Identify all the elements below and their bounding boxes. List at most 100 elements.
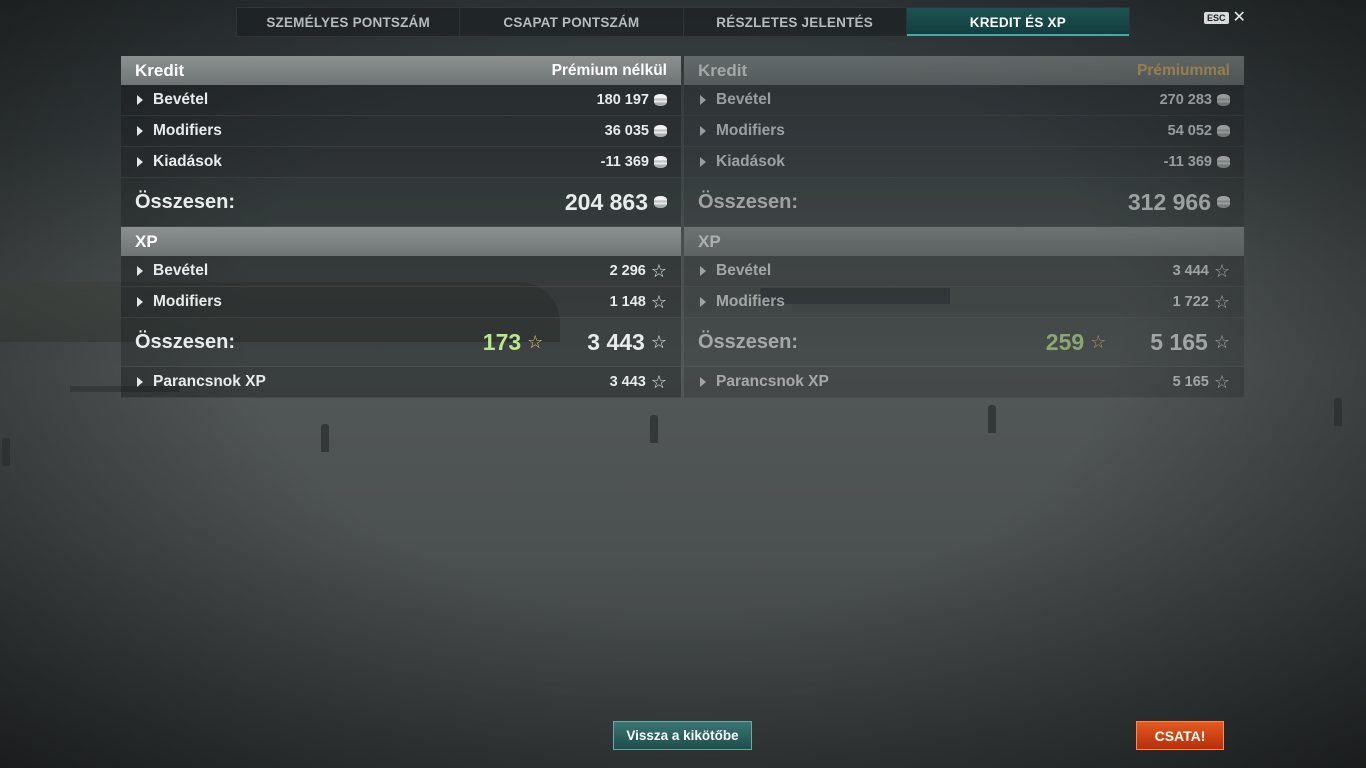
background-buoy	[2, 438, 10, 466]
total-value: 312 966	[1127, 188, 1211, 215]
row-value: 1 722	[1172, 294, 1209, 310]
row-label: Bevétel	[153, 262, 209, 279]
xp-header: XP	[684, 227, 1244, 256]
total-value: 204 863	[564, 188, 648, 215]
bonus-xp-value: 173	[482, 328, 522, 355]
row-label: Parancsnok XP	[153, 373, 266, 390]
expand-arrow-icon	[137, 157, 143, 167]
background-buoy	[650, 415, 658, 443]
credit-header: Kredit Prémiummal	[684, 56, 1244, 85]
tab-team-score[interactable]: CSAPAT PONTSZÁM	[460, 8, 684, 36]
credit-header-title: Kredit	[135, 60, 185, 80]
star-icon: ☆	[650, 372, 667, 392]
panel-with-premium: Kredit Prémiummal Bevétel 270 283 Modifi…	[684, 56, 1244, 398]
row-label: Modifiers	[153, 122, 222, 139]
row-value: 5 165	[1172, 374, 1209, 390]
expand-arrow-icon	[137, 126, 143, 136]
star-icon: ☆	[1090, 332, 1107, 352]
commander-xp-row[interactable]: Parancsnok XP 3 443 ☆	[121, 367, 681, 398]
xp-total-row: Összesen: 173 ☆ 3 443 ☆	[121, 318, 681, 367]
xp-row-income[interactable]: Bevétel 2 296 ☆	[121, 256, 681, 287]
star-icon: ☆	[1213, 372, 1230, 392]
xp-total-row: Összesen: 259 ☆ 5 165 ☆	[684, 318, 1244, 367]
star-icon: ☆	[650, 261, 667, 281]
commander-xp-row[interactable]: Parancsnok XP 5 165 ☆	[684, 367, 1244, 398]
row-value: 1 148	[609, 294, 646, 310]
row-value: 2 296	[609, 263, 646, 279]
xp-row-modifiers[interactable]: Modifiers 1 148 ☆	[121, 287, 681, 318]
xp-row-modifiers[interactable]: Modifiers 1 722 ☆	[684, 287, 1244, 318]
credit-row-income[interactable]: Bevétel 270 283	[684, 85, 1244, 116]
credit-row-modifiers[interactable]: Modifiers 54 052	[684, 116, 1244, 147]
credit-coin-icon	[654, 196, 667, 208]
expand-arrow-icon	[137, 266, 143, 276]
expand-arrow-icon	[700, 157, 706, 167]
row-value: 3 444	[1172, 263, 1209, 279]
credit-coin-icon	[1217, 156, 1230, 168]
credit-header-title: Kredit	[698, 60, 748, 80]
tab-credit-and-xp[interactable]: KREDIT ÉS XP	[906, 8, 1129, 36]
row-value: 3 443	[609, 374, 646, 390]
expand-arrow-icon	[137, 297, 143, 307]
tab-detailed-report[interactable]: RÉSZLETES JELENTÉS	[684, 8, 907, 36]
row-label: Kiadások	[716, 153, 785, 170]
xp-row-income[interactable]: Bevétel 3 444 ☆	[684, 256, 1244, 287]
row-label: Bevétel	[716, 91, 772, 108]
row-value: 180 197	[596, 92, 649, 108]
star-icon: ☆	[527, 332, 544, 352]
row-label: Modifiers	[716, 122, 785, 139]
expand-arrow-icon	[700, 95, 706, 105]
row-label: Kiadások	[153, 153, 222, 170]
credit-total-row: Összesen: 204 863	[121, 178, 681, 227]
star-icon: ☆	[1213, 292, 1230, 312]
credit-coin-icon	[1217, 125, 1230, 137]
close-icon: ✕	[1232, 9, 1246, 26]
credit-header-subtitle: Prémium nélkül	[551, 61, 667, 79]
credit-coin-icon	[1217, 94, 1230, 106]
credit-coin-icon	[654, 156, 667, 168]
total-value: 3 443	[587, 328, 645, 355]
row-value: -11 369	[600, 154, 649, 170]
total-label: Összesen:	[135, 330, 236, 353]
background-buoy	[988, 405, 996, 433]
star-icon: ☆	[1213, 332, 1230, 352]
star-icon: ☆	[650, 292, 667, 312]
expand-arrow-icon	[700, 126, 706, 136]
credit-header: Kredit Prémium nélkül	[121, 56, 681, 85]
credit-row-income[interactable]: Bevétel 180 197	[121, 85, 681, 116]
row-value: 54 052	[1167, 123, 1212, 139]
credit-header-subtitle: Prémiummal	[1136, 61, 1230, 79]
row-value: -11 369	[1163, 154, 1212, 170]
esc-key-label: ESC	[1204, 12, 1229, 24]
credit-total-row: Összesen: 312 966	[684, 178, 1244, 227]
star-icon: ☆	[650, 332, 667, 352]
row-value: 270 283	[1159, 92, 1212, 108]
credit-row-expenses[interactable]: Kiadások -11 369	[121, 147, 681, 178]
battle-button[interactable]: CSATA!	[1136, 721, 1224, 750]
total-label: Összesen:	[698, 330, 799, 353]
background-buoy	[1334, 398, 1342, 426]
row-label: Parancsnok XP	[716, 373, 829, 390]
total-label: Összesen:	[135, 190, 236, 213]
row-label: Modifiers	[153, 293, 222, 310]
tab-personal-score[interactable]: SZEMÉLYES PONTSZÁM	[237, 8, 461, 36]
expand-arrow-icon	[700, 377, 706, 387]
result-tabs: SZEMÉLYES PONTSZÁM CSAPAT PONTSZÁM RÉSZL…	[236, 7, 1130, 37]
credit-coin-icon	[654, 125, 667, 137]
star-icon: ☆	[1213, 261, 1230, 281]
credit-row-expenses[interactable]: Kiadások -11 369	[684, 147, 1244, 178]
background-buoy	[321, 424, 329, 452]
row-value: 36 035	[604, 123, 649, 139]
xp-header: XP	[121, 227, 681, 256]
row-label: Bevétel	[153, 91, 209, 108]
expand-arrow-icon	[137, 377, 143, 387]
row-label: Modifiers	[716, 293, 785, 310]
close-button[interactable]: ESC ✕	[1204, 9, 1246, 26]
bonus-xp-value: 259	[1045, 328, 1085, 355]
back-to-port-button[interactable]: Vissza a kikötőbe	[613, 721, 752, 750]
row-label: Bevétel	[716, 262, 772, 279]
credit-row-modifiers[interactable]: Modifiers 36 035	[121, 116, 681, 147]
credit-coin-icon	[1217, 196, 1230, 208]
expand-arrow-icon	[700, 297, 706, 307]
credit-coin-icon	[654, 94, 667, 106]
